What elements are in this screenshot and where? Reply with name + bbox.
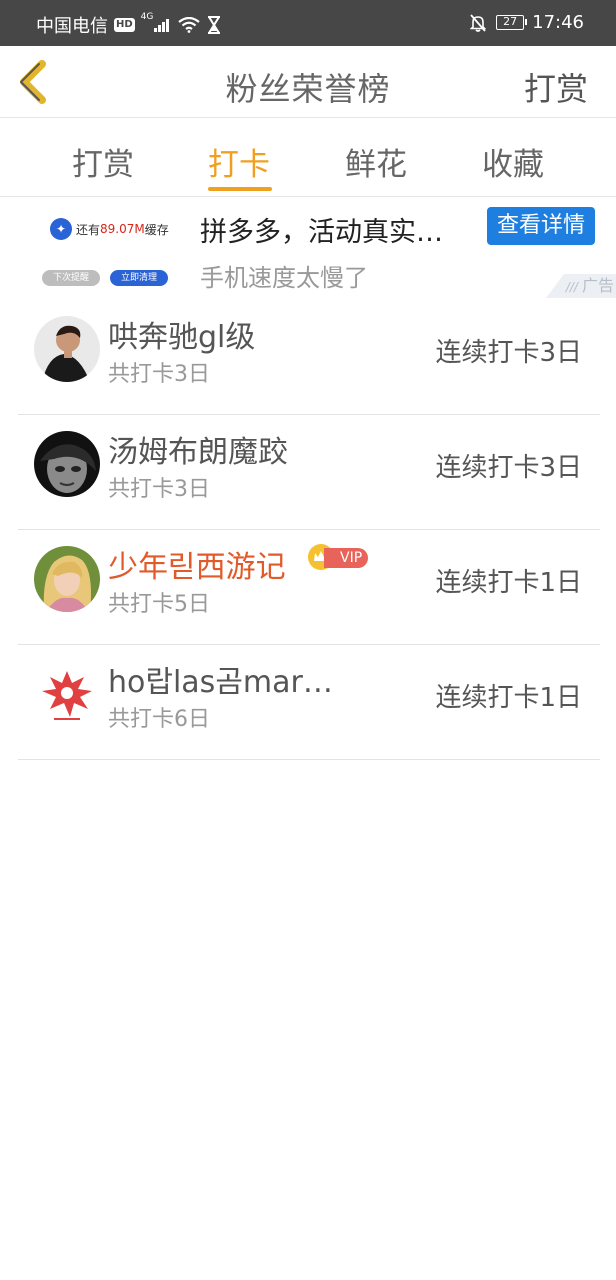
avatar[interactable] (34, 431, 100, 497)
list-item[interactable]: 少年릳西游记 VIP 共打卡5日 连续打卡1日 (18, 530, 600, 645)
fan-total-checkins: 共打卡3日 (108, 362, 210, 387)
fan-streak: 连续打卡3日 (435, 338, 582, 368)
ad-title[interactable]: 拼多多，活动真实… (200, 210, 443, 249)
ad-banner[interactable]: ✦ 还有 89.07M 缓存 下次提醒 立即清理 拼多多，活动真实… 手机速度太慢了… (0, 198, 616, 300)
hd-badge: HD (114, 18, 135, 32)
list-item[interactable]: 哄奔驰gl级 共打卡3日 连续打卡3日 (18, 300, 600, 415)
fan-total-checkins: 共打卡5日 (108, 592, 210, 617)
fan-name: 汤姆布朗魔跤 (108, 435, 288, 470)
ad-thumbnail[interactable]: ✦ 还有 89.07M 缓存 下次提醒 立即清理 (34, 204, 184, 298)
fan-name: 少年릳西游记 (108, 550, 286, 585)
ad-storage-prefix: 还有 (76, 222, 101, 237)
fan-total-checkins: 共打卡3日 (108, 477, 210, 502)
status-left: 中国电信 HD 4G (36, 12, 222, 38)
battery-icon: 27 (496, 15, 528, 30)
list-item[interactable]: 汤姆布朗魔跤 共打卡3日 连续打卡3日 (18, 415, 600, 530)
signal-icon (154, 18, 170, 32)
reward-button[interactable]: 打赏 (524, 64, 588, 110)
list-item[interactable]: ho랍las곰mar… 共打卡6日 连续打卡1日 (18, 645, 600, 760)
nav-bar: 粉丝荣誉榜 打赏 (0, 46, 616, 118)
fan-list: 哄奔驰gl级 共打卡3日 连续打卡3日 汤姆布朗魔跤 共打卡3日 连续打卡3日 (18, 300, 600, 760)
tab-flowers[interactable]: 鲜花 (345, 139, 407, 184)
ad-remind-later-pill: 下次提醒 (42, 270, 100, 286)
tab-bar: 打赏 打卡 鲜花 收藏 (0, 119, 616, 197)
ad-subtitle: 手机速度太慢了 (200, 264, 368, 292)
fan-streak: 连续打卡1日 (435, 683, 582, 713)
active-tab-indicator (208, 187, 272, 191)
avatar[interactable] (34, 546, 100, 612)
fan-streak: 连续打卡1日 (435, 568, 582, 598)
ad-storage-suffix: 缓存 (144, 222, 169, 237)
status-bar: 中国电信 HD 4G 27 17:46 (0, 0, 616, 46)
clock: 17:46 (532, 12, 584, 33)
fan-streak: 连续打卡3日 (435, 453, 582, 483)
fan-name: ho랍las곰mar… (108, 665, 333, 700)
ad-tag-label: 广告 (581, 276, 614, 295)
avatar-image (34, 546, 100, 612)
ad-storage-size: 89.07M (100, 222, 145, 236)
avatar-image (34, 431, 100, 497)
ad-details-button[interactable]: 查看详情 (487, 207, 595, 245)
avatar-image (34, 661, 100, 727)
ad-tag-logo-icon: /// (565, 280, 578, 294)
fan-name: 哄奔驰gl级 (108, 320, 256, 355)
tab-favorites[interactable]: 收藏 (482, 139, 544, 184)
broom-icon: ✦ (50, 218, 72, 240)
status-right: 27 17:46 (470, 12, 584, 33)
avatar[interactable] (34, 316, 100, 382)
avatar[interactable] (34, 661, 100, 727)
ad-storage-line: ✦ 还有 89.07M 缓存 (50, 218, 169, 240)
tab-reward[interactable]: 打赏 (72, 139, 134, 184)
ad-tag: ///广告 (546, 274, 616, 298)
ad-clean-now-pill: 立即清理 (110, 270, 168, 286)
network-type: 4G (140, 12, 154, 22)
carrier-label: 中国电信 (36, 16, 108, 37)
vip-badge: VIP (324, 548, 369, 568)
hourglass-icon (208, 16, 221, 34)
wifi-icon (178, 17, 201, 33)
avatar-image (34, 316, 100, 382)
bell-off-icon (470, 13, 487, 32)
tab-checkin[interactable]: 打卡 (208, 139, 270, 184)
fan-total-checkins: 共打卡6日 (108, 707, 210, 732)
